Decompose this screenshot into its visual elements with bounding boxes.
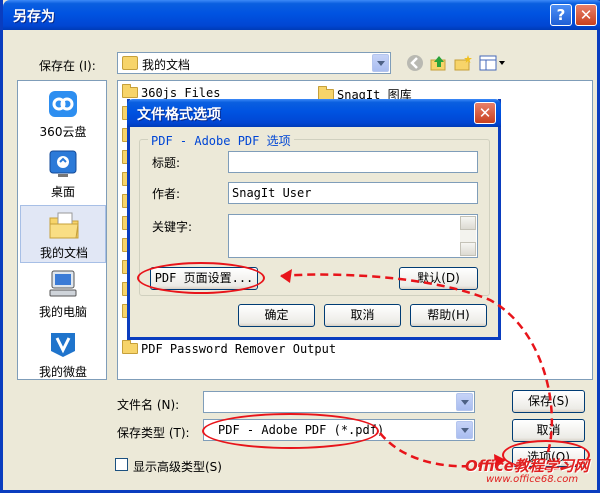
- title-bar[interactable]: 另存为 ? ✕: [3, 0, 600, 30]
- chevron-down-icon[interactable]: [456, 421, 473, 439]
- place-label: 我的文档: [39, 246, 88, 260]
- place-weipan[interactable]: 我的微盘: [20, 325, 106, 383]
- show-advanced-label: 显示高级类型(S): [133, 460, 222, 474]
- watermark-brand: Office教程学习网: [465, 457, 589, 475]
- dialog-title: 文件格式选项: [137, 107, 221, 123]
- keywords-scrollbar[interactable]: [460, 216, 476, 256]
- help-icon[interactable]: ?: [550, 4, 572, 26]
- back-icon[interactable]: [406, 54, 424, 72]
- annotation-circle-filetype: [202, 413, 379, 449]
- places-bar: 360云盘 桌面 我的文档 我的电脑 我的微盘: [17, 80, 107, 380]
- chevron-down-icon[interactable]: [456, 393, 473, 411]
- help-button[interactable]: 帮助(H): [410, 304, 487, 327]
- filename-input[interactable]: [203, 391, 475, 413]
- my-documents-small-icon: [122, 56, 138, 70]
- place-360-cloud[interactable]: 360云盘: [20, 85, 106, 143]
- save-in-dropdown[interactable]: 我的文档: [117, 52, 391, 74]
- place-desktop[interactable]: 桌面: [20, 145, 106, 203]
- new-folder-icon[interactable]: [454, 54, 472, 72]
- place-label: 我的微盘: [38, 365, 87, 379]
- my-documents-icon: [48, 210, 80, 240]
- desktop-icon: [47, 149, 79, 179]
- watermark-url: www.office68.com: [486, 474, 579, 485]
- chevron-down-icon[interactable]: [372, 54, 389, 72]
- save-in-label: 保存在 (I):: [39, 59, 96, 73]
- place-my-documents[interactable]: 我的文档: [20, 205, 106, 263]
- annotation-circle-page-setup: [137, 262, 265, 294]
- title-field-label: 标题:: [152, 156, 181, 170]
- filename-label: 文件名 (N):: [117, 398, 180, 412]
- author-field-label: 作者:: [152, 187, 181, 201]
- file-format-options-dialog: 文件格式选项 ✕ PDF - Adobe PDF 选项 标题: 作者: Snag…: [127, 99, 501, 340]
- keywords-field-label: 关键字:: [152, 220, 193, 234]
- folder-icon: [122, 84, 138, 98]
- dialog-title-bar[interactable]: 文件格式选项 ✕: [127, 99, 501, 127]
- cancel-button[interactable]: 取消: [512, 419, 585, 442]
- save-in-value: 我的文档: [142, 58, 191, 72]
- place-my-computer[interactable]: 我的电脑: [20, 265, 106, 323]
- close-icon[interactable]: ✕: [474, 102, 496, 124]
- scroll-up-icon[interactable]: [460, 216, 476, 230]
- dialog-cancel-button[interactable]: 取消: [324, 304, 401, 327]
- show-advanced-checkbox[interactable]: [115, 458, 128, 471]
- filetype-label: 保存类型 (T):: [117, 426, 190, 440]
- save-button[interactable]: 保存(S): [512, 390, 585, 413]
- scroll-down-icon[interactable]: [460, 242, 476, 256]
- up-folder-icon[interactable]: [430, 54, 448, 72]
- folder-icon: [122, 340, 138, 354]
- place-label: 360云盘: [39, 125, 87, 139]
- list-item[interactable]: PDF Password Remover Output: [122, 340, 336, 358]
- window-title: 另存为: [13, 9, 55, 25]
- weipan-icon: [47, 329, 79, 359]
- author-field[interactable]: SnagIt User: [228, 182, 478, 204]
- my-computer-icon: [47, 269, 79, 299]
- ok-button[interactable]: 确定: [238, 304, 315, 327]
- cloud-drive-icon: [47, 89, 79, 119]
- place-label: 桌面: [50, 185, 75, 199]
- close-icon[interactable]: ✕: [575, 4, 597, 26]
- keywords-field[interactable]: [228, 214, 478, 258]
- title-field[interactable]: [228, 151, 478, 173]
- default-button[interactable]: 默认(D): [399, 267, 478, 290]
- place-label: 我的电脑: [38, 305, 87, 319]
- view-menu-icon[interactable]: [479, 54, 507, 72]
- author-field-value: SnagIt User: [232, 186, 312, 200]
- group-label: PDF - Adobe PDF 选项: [148, 132, 294, 149]
